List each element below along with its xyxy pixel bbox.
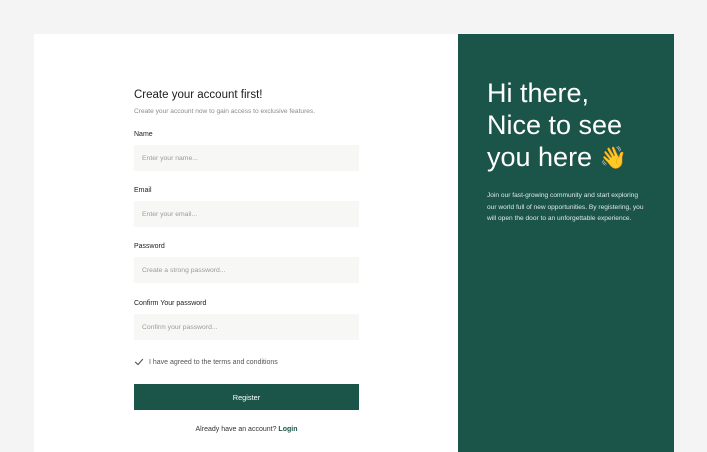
welcome-description: Join our fast-growing community and star… [487, 192, 644, 223]
welcome-line-2: Nice to see [487, 110, 623, 140]
form-title: Create your account first! [134, 89, 263, 101]
signup-card: Create your account first! Create your a… [34, 34, 674, 452]
name-input[interactable] [134, 145, 359, 171]
confirm-password-field-group: Confirm Your password [134, 299, 359, 340]
register-button[interactable]: Register [134, 384, 359, 410]
email-input[interactable] [134, 201, 359, 227]
signup-form: Create your account first! Create your a… [134, 88, 359, 433]
email-field-group: Email [134, 186, 359, 227]
signup-form-panel: Create your account first! Create your a… [34, 34, 458, 452]
welcome-heading: Hi there, Nice to see you here 👋 [487, 77, 667, 174]
confirm-password-label: Confirm Your password [134, 300, 207, 307]
password-input[interactable] [134, 257, 359, 283]
login-link[interactable]: Login [278, 426, 297, 433]
welcome-panel: Hi there, Nice to see you here 👋 Join ou… [458, 34, 674, 452]
password-field-group: Password [134, 242, 359, 283]
password-label: Password [134, 243, 165, 250]
email-label: Email [134, 187, 152, 194]
form-subtitle: Create your account now to gain access t… [134, 108, 316, 115]
welcome-line-1: Hi there, [487, 78, 590, 108]
login-prompt-text: Already have an account? [195, 426, 277, 433]
login-prompt-line: Already have an account? Login [134, 426, 359, 433]
confirm-password-input[interactable] [134, 314, 359, 340]
welcome-line-3-text: you here [487, 142, 593, 172]
name-label: Name [134, 131, 153, 138]
waving-hand-icon: 👋 [599, 145, 627, 170]
name-field-group: Name [134, 130, 359, 171]
checkmark-icon[interactable] [134, 357, 144, 367]
terms-label: I have agreed to the terms and condition… [149, 358, 278, 366]
welcome-line-3: you here 👋 [487, 141, 667, 174]
terms-checkbox-row[interactable]: I have agreed to the terms and condition… [134, 357, 278, 367]
